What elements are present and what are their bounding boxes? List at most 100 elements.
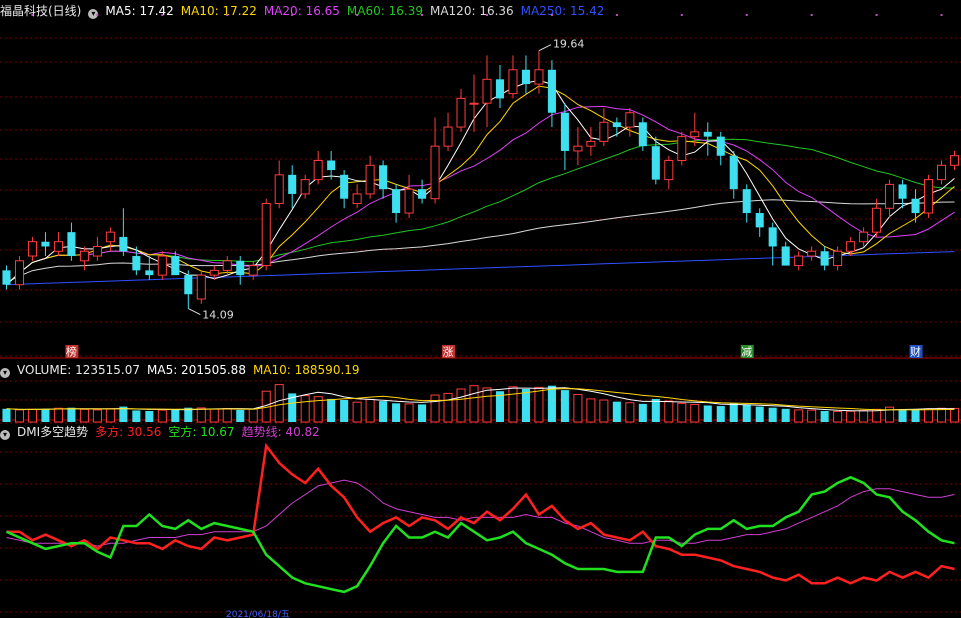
event-marker [615,14,618,16]
candle-body [508,69,518,95]
dmi-minus-line [5,475,955,594]
candle-body [92,245,102,257]
volume-bar [794,409,804,423]
candle-body [742,189,751,214]
chart-canvas[interactable]: 19.64 14.09 榜 涨 减 财 2021/06/18/五 [0,0,961,618]
volume-bar [2,408,11,422]
candle-body [872,207,882,233]
candle-body [716,136,725,156]
candle-body [755,213,764,228]
volume-bar [911,409,920,422]
volume-bar [379,401,388,422]
volume-bar [274,384,284,423]
candle-body [898,184,907,199]
volume-bar [573,394,583,423]
candle-body [651,146,660,180]
volume-bar [677,402,687,423]
volume-bar [248,408,258,423]
volume-bar [327,398,336,422]
volume-bar [898,409,907,422]
candle-body [638,122,647,147]
candle-body [625,112,635,128]
volume-bar [443,392,453,423]
volume-bar [638,403,647,422]
candle-body [690,131,700,138]
volume-bar [105,408,115,423]
volume-bar [612,401,621,422]
ma20-line [6,105,955,286]
candle-body [586,140,596,147]
volume-bar [599,399,609,423]
candle-body [560,112,569,151]
candle-body [573,145,583,152]
volume-bar [92,409,102,423]
candle-body [924,179,934,214]
volume-bar [690,403,700,423]
volume-bar [482,387,492,423]
candle-body [274,174,284,204]
volume-bar [755,406,764,422]
volume-bar [209,408,219,423]
volume-bar [859,410,869,423]
volume-bar [196,407,206,423]
candle-body [833,250,843,267]
event-badge-label: 减 [741,346,752,359]
volume-bar [132,410,141,422]
event-marker [485,14,488,16]
candle-body [495,79,505,99]
event-marker [226,14,229,16]
volume-bar [547,385,556,422]
candle-body [171,256,180,276]
candle-body [365,164,375,195]
candle-body [157,255,167,276]
high-callout-line [538,44,552,52]
volume-bar [949,407,960,423]
event-marker [356,14,359,16]
candle-body [768,227,777,247]
candle-body [2,270,11,285]
volume-bar [157,409,167,423]
candle-body [14,260,25,286]
event-marker [940,14,943,16]
candle-body [703,131,712,137]
volume-bar [365,398,375,423]
candle-body [53,241,63,252]
volume-bar [300,395,310,423]
volume-bar [534,386,544,423]
candle-body [443,126,453,147]
candle-body [248,265,258,276]
candle-body [846,241,856,252]
candle-body [456,97,466,128]
volume-bar [14,409,25,423]
volume-bar [340,400,349,422]
high-price-label: 19.64 [553,38,585,51]
candle-body [379,165,388,190]
candle-body [352,193,362,204]
volume-bar [67,407,76,422]
volume-bar [716,406,725,422]
volume-bar [508,386,518,423]
volume-bar [664,400,674,423]
volume-bar [392,403,401,422]
low-callout-line [188,308,201,316]
volume-bar [236,409,245,422]
volume-bar [521,389,530,422]
volume-bar [469,385,479,423]
candle-body [612,122,621,128]
volume-bar [936,407,947,423]
candle-body [430,145,440,200]
volume-bar [586,398,596,423]
candle-body [132,256,141,271]
volume-bar [222,408,232,423]
volume-bar [729,403,738,422]
volume-bar [418,404,427,422]
event-marker [745,14,748,16]
candle-body [807,250,817,257]
candle-body [521,69,530,85]
event-marker [421,14,424,16]
event-badge-label: 榜 [66,345,77,359]
volume-bar [703,405,712,422]
candle-body [885,183,895,209]
candle-body [300,179,310,195]
volume-ma5-line [6,387,955,412]
